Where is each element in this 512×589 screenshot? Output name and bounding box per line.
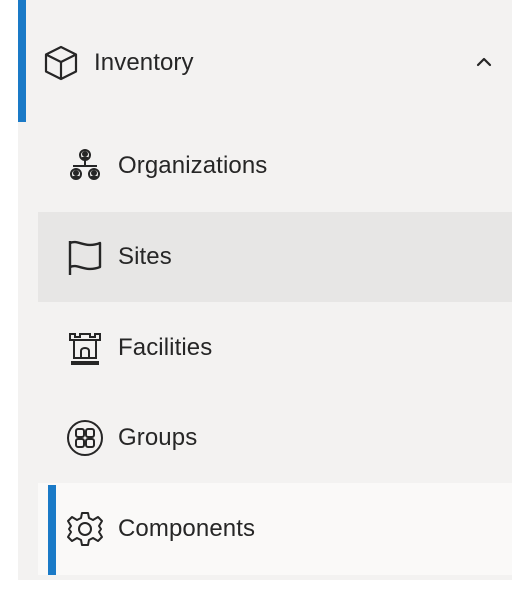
nav-item-label: Sites	[118, 243, 172, 270]
selected-item-indicator	[48, 485, 56, 575]
nav-item-sites[interactable]: Sites	[38, 212, 512, 302]
grid-circle-icon	[58, 411, 112, 465]
nav-item-label: Components	[118, 515, 256, 542]
nav-item-label: Groups	[118, 424, 198, 451]
nav-item-label: Facilities	[118, 334, 213, 361]
nav-item-facilities[interactable]: Facilities	[38, 303, 512, 393]
gear-icon	[58, 502, 112, 556]
nav-item-groups[interactable]: Groups	[38, 393, 512, 483]
nav-section-label: Inventory	[94, 49, 194, 76]
chevron-up-icon[interactable]	[470, 48, 498, 76]
cube-icon	[34, 36, 88, 90]
organization-icon	[58, 139, 112, 193]
nav-item-label: Organizations	[118, 152, 268, 179]
nav-section-inventory[interactable]: Inventory	[34, 36, 512, 90]
flag-icon	[58, 230, 112, 284]
nav-item-organizations[interactable]: Organizations	[38, 121, 512, 211]
castle-icon	[58, 321, 112, 375]
section-active-indicator	[18, 0, 26, 122]
nav-item-components[interactable]: Components	[38, 483, 512, 575]
